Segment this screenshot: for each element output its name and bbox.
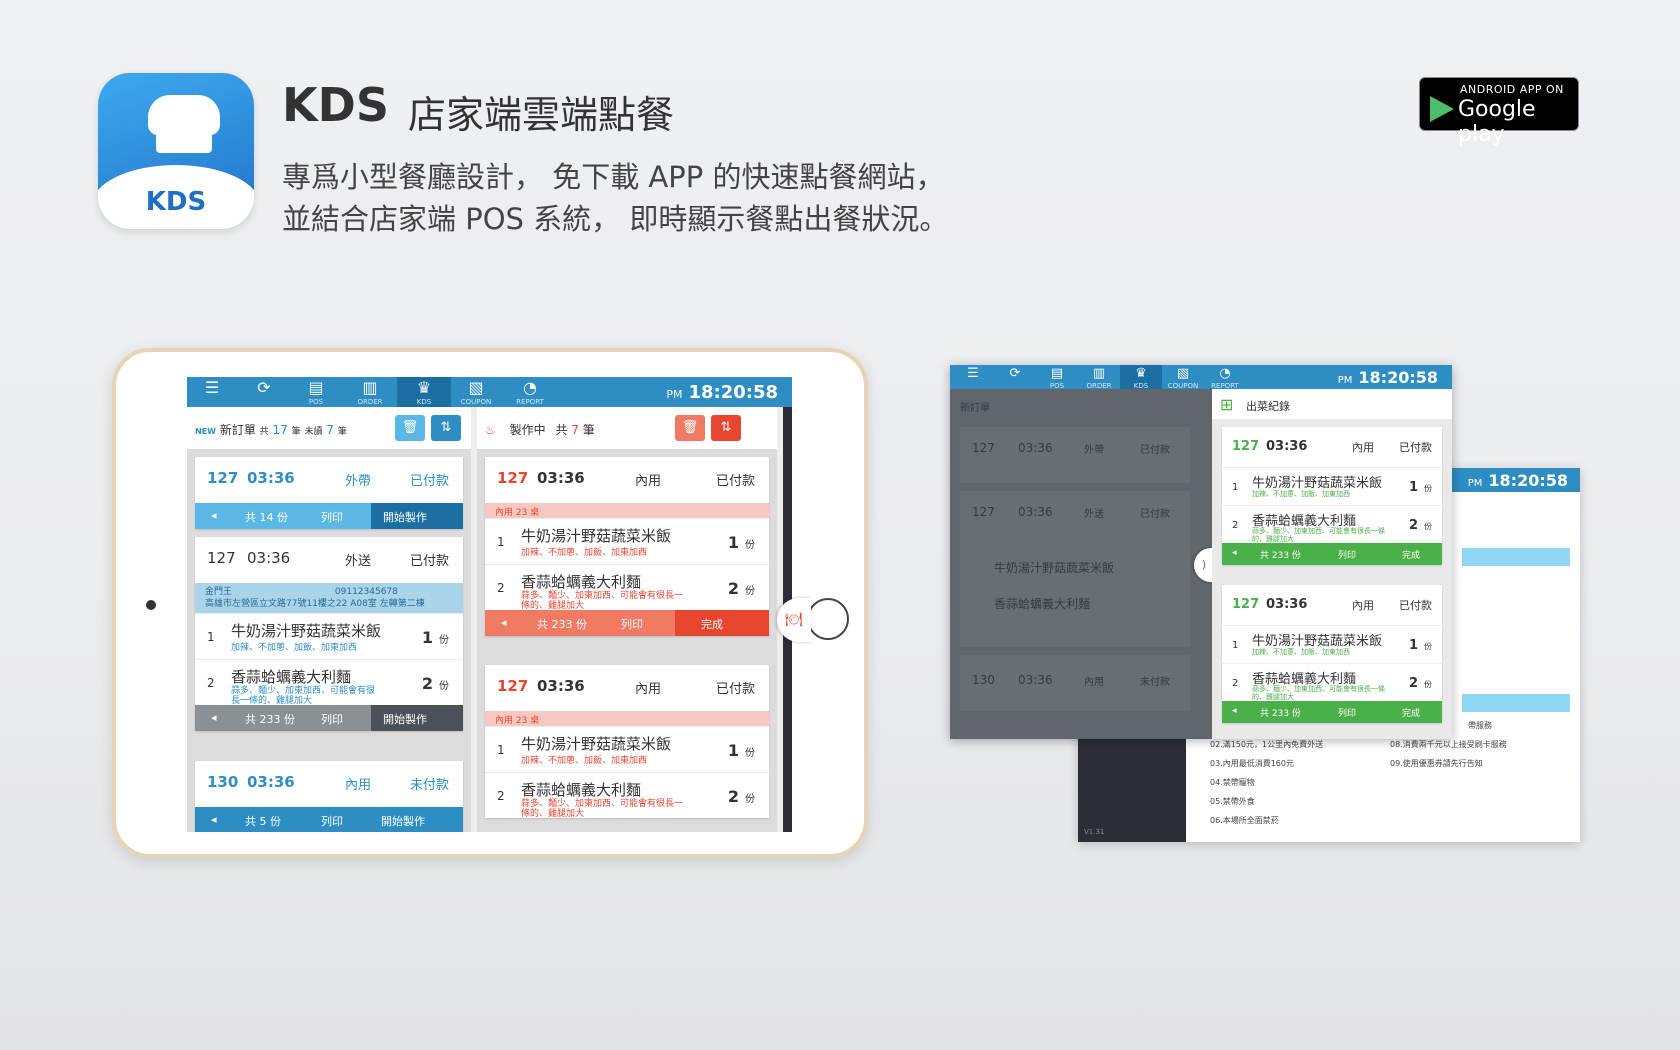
description-line-1: 專爲小型餐廳設計， 免下載 APP 的快速點餐網站， <box>282 160 945 194</box>
google-play-line1: ANDROID APP ON <box>1460 83 1564 96</box>
order-card[interactable]: 127 03:36 外帶 已付款 ◂ 共 14 份 列印 開始製作 <box>195 457 463 529</box>
order-item: 1 牛奶湯汁野菇蔬菜米飯 加辣、不加蔥、加飯、加東加西 1份 <box>485 726 769 772</box>
nav-pos[interactable]: ▤ POS <box>293 377 339 407</box>
kds-screen: ☰ ⟳ ▤ POS ▥ ORDER ♛ KDS ▧ COUPON ◔ REPORT PM 1… <box>187 377 792 832</box>
sort-icon[interactable]: ⇅ <box>711 415 741 441</box>
print-button[interactable]: 列印 <box>1338 548 1356 561</box>
trash-icon[interactable]: 🗑 <box>675 415 705 441</box>
progress-card[interactable]: 127 03:36 內用 已付款 內用 23 桌 1 牛奶湯汁野菇蔬菜米飯 加辣… <box>485 665 769 819</box>
nav-coupon[interactable]: ▧ COUPON <box>1162 365 1204 390</box>
google-play-line2: Google play <box>1458 97 1536 147</box>
done-button[interactable]: 完成 <box>675 610 769 636</box>
print-button[interactable]: 列印 <box>321 509 343 525</box>
progress-card[interactable]: 127 03:36 內用 已付款 內用 23 桌 1 牛奶湯汁野菇蔬菜米飯 加辣… <box>485 457 769 636</box>
print-button[interactable]: 列印 <box>321 711 343 727</box>
order-item: 2 香蒜蛤蠣義大利麵 蒜多、麵少、加東加西、可能會有很長一條的、雞腿加大 2份 <box>195 659 463 706</box>
new-orders-column: NEW 新訂單 共 17 筆 未讀 7 筆 🗑 ⇅ 127 03:36 外帶 已… <box>187 407 471 832</box>
done-button[interactable]: 完成 <box>1402 706 1420 719</box>
table-tag: 內用 23 桌 <box>485 503 769 518</box>
nav-report[interactable]: ◔ REPORT <box>1204 365 1246 390</box>
served-records-panel: ⊞ 出菜紀錄 127 03:36 內用 已付款 1 牛奶湯汁野菇蔬菜米飯 加辣、… <box>1212 389 1452 739</box>
order-item: 2 香蒜蛤蠣義大利麵 蒜多、麵少、加東加西、可能會有很長一條的、雞腿加大 2份 <box>485 564 769 611</box>
order-item: 2 香蒜蛤蠣義大利麵 蒜多、麵少、加東加西、可能會有很長一條的、雞腿加大 2份 <box>1222 505 1442 543</box>
clock: PM 18:20:58 <box>1337 368 1438 387</box>
delivery-info: 金門王 09112345678 高雄市左營區立文路77號11樓之22 A08室 … <box>195 583 463 613</box>
bell-icon: ♨ <box>485 423 496 437</box>
order-card[interactable]: 130 03:36 內用 未付款 ◂ 共 5 份 列印 開始製作 <box>195 761 463 832</box>
order-item: 1 牛奶湯汁野菇蔬菜米飯 加辣、不加蔥、加飯、加東加西 1份 <box>1222 625 1442 663</box>
collapse-icon[interactable]: ◂ <box>1232 548 1237 558</box>
trash-icon[interactable]: 🗑 <box>395 415 425 441</box>
front-top-bar: ☰ ⟳ ▤ POS ▥ ORDER ♛ KDS ▧ COUPON ◔ REPORT PM 1… <box>950 365 1452 390</box>
print-button[interactable]: 列印 <box>621 616 643 632</box>
collapse-icon[interactable]: ◂ <box>501 616 507 629</box>
tablet-camera <box>146 600 156 610</box>
new-orders-header: NEW 新訂單 共 17 筆 未讀 7 筆 🗑 ⇅ <box>187 407 471 449</box>
clock: PM 18:20:58 <box>666 382 778 403</box>
refresh-icon[interactable]: ⟳ <box>994 365 1036 389</box>
report-icon: ◔ <box>523 378 537 397</box>
new-badge: NEW <box>195 427 216 436</box>
table-tag: 內用 23 桌 <box>485 711 769 726</box>
menu-icon[interactable]: ☰ <box>189 377 235 407</box>
refresh-icon[interactable]: ⟳ <box>241 377 287 407</box>
app-subtitle: 店家端雲端點餐 <box>408 93 675 137</box>
collapse-icon[interactable]: ◂ <box>211 509 217 522</box>
pos-icon: ▤ <box>308 378 324 397</box>
kds-icon: ♛ <box>416 378 432 397</box>
in-progress-header: ♨ 製作中 共 7 筆 🗑 ⇅ <box>477 407 777 449</box>
app-icon-label: KDS <box>145 187 207 217</box>
served-card[interactable]: 127 03:36 內用 已付款 1 牛奶湯汁野菇蔬菜米飯 加辣、不加蔥、加飯、… <box>1222 585 1442 723</box>
nav-order[interactable]: ▥ ORDER <box>1078 365 1120 390</box>
nav-kds[interactable]: ♛ KDS <box>397 377 451 407</box>
print-button[interactable]: 列印 <box>1338 706 1356 719</box>
top-nav-bar: ☰ ⟳ ▤ POS ▥ ORDER ♛ KDS ▧ COUPON ◔ REPORT PM 1… <box>187 377 792 407</box>
nav-coupon[interactable]: ▧ COUPON <box>453 377 499 407</box>
description-line-2: 並結合店家端 POS 系統， 即時顯示餐點出餐狀況。 <box>282 202 949 236</box>
collapse-icon[interactable]: ◂ <box>1232 706 1237 716</box>
order-item: 2 香蒜蛤蠣義大利麵 蒜多、麵少、加東加西、可能會有很長一條的、雞腿加大 2份 <box>485 772 769 819</box>
play-store-icon <box>1430 96 1454 122</box>
coupon-icon: ▧ <box>468 378 484 397</box>
order-icon: ▥ <box>362 378 378 397</box>
nav-report[interactable]: ◔ REPORT <box>507 377 553 407</box>
app-title: KDS <box>282 78 389 132</box>
done-button[interactable]: 完成 <box>1402 548 1420 561</box>
tablet-home-button[interactable] <box>807 598 849 640</box>
served-records-header: ⊞ 出菜紀錄 <box>1212 389 1452 419</box>
order-item: 1 牛奶湯汁野菇蔬菜米飯 加辣、不加蔥、加飯、加東加西 1份 <box>195 613 463 659</box>
served-card[interactable]: 127 03:36 內用 已付款 1 牛奶湯汁野菇蔬菜米飯 加辣、不加蔥、加飯、… <box>1222 427 1442 565</box>
dimmed-orders: 新訂單 127 03:36 外帶 已付款 127 03:36 外送 已付款 牛奶… <box>950 389 1212 739</box>
collapse-icon[interactable]: ◂ <box>211 711 217 724</box>
sort-icon[interactable]: ⇅ <box>431 415 461 441</box>
start-button[interactable]: 開始製作 <box>371 503 463 529</box>
dish-icon: ⊞ <box>1220 395 1234 414</box>
nav-order[interactable]: ▥ ORDER <box>347 377 393 407</box>
version-label: V1.31 <box>1084 828 1105 836</box>
nav-kds[interactable]: ♛ KDS <box>1120 365 1162 390</box>
in-progress-column: ♨ 製作中 共 7 筆 🗑 ⇅ 127 03:36 內用 已付款 內用 23 桌… <box>477 407 777 832</box>
google-play-badge[interactable]: ANDROID APP ON Google play <box>1419 77 1579 147</box>
order-card[interactable]: 127 03:36 外送 已付款 金門王 09112345678 高雄市左營區立… <box>195 537 463 731</box>
menu-icon[interactable]: ☰ <box>952 365 994 389</box>
order-item: 1 牛奶湯汁野菇蔬菜米飯 加辣、不加蔥、加飯、加東加西 1份 <box>1222 467 1442 505</box>
nav-pos[interactable]: ▤ POS <box>1036 365 1078 390</box>
start-button[interactable]: 開始製作 <box>371 705 463 731</box>
order-item: 1 牛奶湯汁野菇蔬菜米飯 加辣、不加蔥、加飯、加東加西 1份 <box>485 518 769 564</box>
kds-app-icon: KDS <box>98 73 254 229</box>
order-item: 2 香蒜蛤蠣義大利麵 蒜多、麵少、加東加西、可能會有很長一條的、雞腿加大 2份 <box>1222 663 1442 701</box>
